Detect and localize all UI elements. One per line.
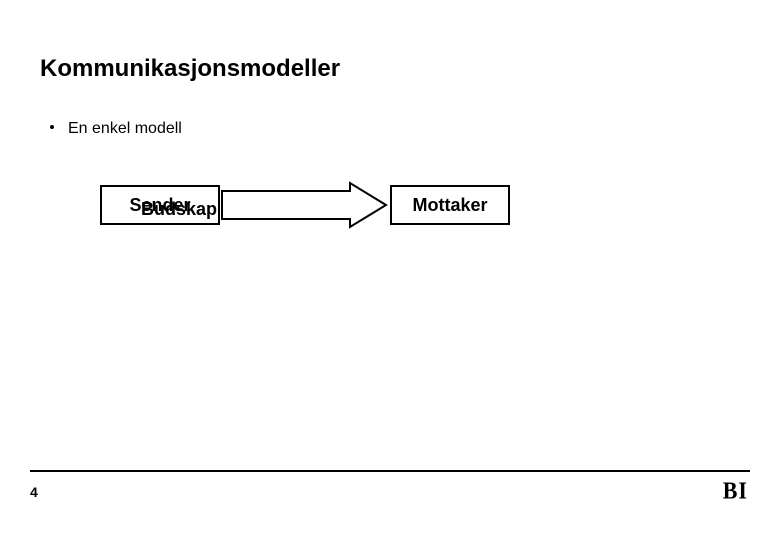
diagram-arrow-label: Budskap <box>100 185 268 233</box>
bi-logo: BI <box>723 477 748 506</box>
bullet-item: En enkel modell <box>50 120 182 138</box>
page-number: 4 <box>30 484 38 500</box>
bullet-text: En enkel modell <box>68 120 182 137</box>
diagram-box-receiver: Mottaker <box>390 185 510 225</box>
bullet-dot-icon <box>50 125 54 129</box>
footer-divider <box>30 470 750 472</box>
slide-title: Kommunikasjonsmodeller <box>40 55 340 83</box>
communication-diagram: Sender Budskap Mottaker <box>100 185 600 245</box>
